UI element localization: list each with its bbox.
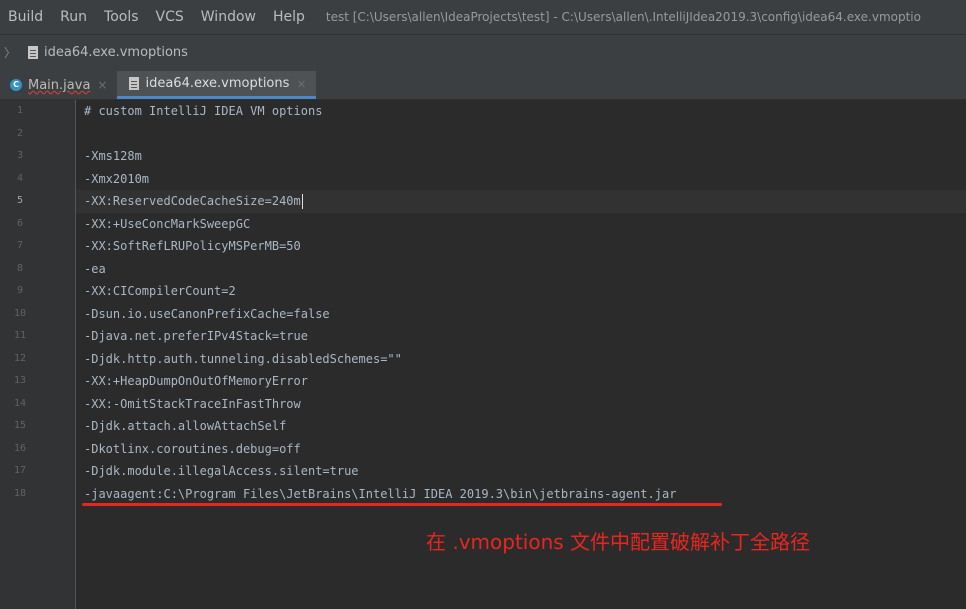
code-line-text: -javaagent:C:\Program Files\JetBrains\In… (84, 486, 677, 501)
line-number: 4 (16, 172, 24, 184)
line-number: 6 (16, 217, 24, 229)
code-line[interactable]: -Xmx2010m (76, 168, 966, 191)
code-line[interactable]: -XX:+UseConcMarkSweepGC (76, 213, 966, 236)
code-line-text: -Xmx2010m (84, 171, 150, 186)
code-line[interactable] (76, 123, 966, 146)
line-number: 3 (16, 150, 24, 161)
tab-main-java[interactable]: C Main.java × (0, 71, 117, 99)
code-line-text: -Djdk.http.auth.tunneling.disabledScheme… (84, 351, 402, 366)
code-line[interactable]: -XX:+HeapDumpOnOutOfMemoryError (76, 370, 966, 393)
line-number: 15 (13, 420, 27, 431)
menu-window[interactable]: Window (201, 9, 256, 25)
line-number: 7 (16, 240, 24, 251)
code-line[interactable]: # custom IntelliJ IDEA VM options (76, 100, 966, 123)
editor-tabs: C Main.java × idea64.exe.vmoptions × (0, 69, 966, 100)
code-line-text: -Xms128m (84, 149, 142, 163)
line-number: 16 (13, 442, 27, 454)
line-number: 9 (16, 285, 24, 296)
breadcrumb-separator-icon: 〉 (4, 45, 17, 60)
code-line[interactable]: -Dkotlinx.coroutines.debug=off (76, 438, 966, 461)
line-number: 1 (16, 105, 24, 116)
line-number: 14 (13, 397, 27, 409)
file-icon (129, 77, 140, 90)
menu-bar: Build Run Tools VCS Window Help test [C:… (0, 0, 966, 34)
line-number: 8 (16, 262, 24, 274)
code-line-text: -Djdk.module.illegalAccess.silent=true (84, 464, 359, 478)
code-line[interactable]: -XX:-OmitStackTraceInFastThrow (76, 393, 966, 416)
tab-label: Main.java (28, 77, 91, 93)
text-caret (301, 194, 303, 209)
code-line-text: -Dkotlinx.coroutines.debug=off (84, 441, 301, 456)
code-line[interactable]: -Xms128m (76, 145, 966, 168)
code-line-text: -XX:+HeapDumpOnOutOfMemoryError (84, 374, 308, 388)
code-line[interactable]: -Djdk.attach.allowAttachSelf (76, 415, 966, 438)
close-icon[interactable]: × (296, 77, 306, 91)
code-line-text: -XX:-OmitStackTraceInFastThrow (84, 396, 301, 411)
line-number: 12 (13, 352, 27, 364)
line-number: 17 (13, 465, 27, 476)
tab-vmoptions[interactable]: idea64.exe.vmoptions × (117, 71, 317, 99)
breadcrumb-file[interactable]: idea64.exe.vmoptions (44, 45, 188, 60)
code-line-text: -XX:SoftRefLRUPolicyMSPerMB=50 (84, 239, 301, 253)
line-number: 2 (16, 127, 24, 139)
code-line-text: -Dsun.io.useCanonPrefixCache=false (84, 306, 330, 321)
menu-tools[interactable]: Tools (104, 9, 139, 25)
line-number-gutter: 1 2 3 4 5 6 7 8 9 10 11 12 13 14 15 16 17 18 (0, 100, 76, 609)
menu-run[interactable]: Run (60, 9, 87, 25)
line-number: 13 (13, 375, 27, 386)
java-class-icon: C (10, 79, 22, 91)
highlight-underline (82, 503, 722, 506)
close-icon[interactable]: × (97, 78, 107, 92)
code-line[interactable]: -javaagent:C:\Program Files\JetBrains\In… (76, 483, 966, 506)
menu-help[interactable]: Help (273, 9, 305, 25)
code-line-text: -ea (84, 261, 106, 276)
line-number: 10 (13, 307, 27, 319)
code-line-text: -XX:+UseConcMarkSweepGC (84, 216, 251, 231)
menu-vcs[interactable]: VCS (156, 9, 184, 25)
code-line-text: # custom IntelliJ IDEA VM options (84, 104, 323, 118)
code-line[interactable]: -ea (76, 258, 966, 281)
code-line[interactable]: -Dsun.io.useCanonPrefixCache=false (76, 303, 966, 326)
file-icon (28, 45, 39, 59)
code-line[interactable]: -XX:ReservedCodeCacheSize=240m (76, 190, 966, 213)
breadcrumb: 〉 idea64.exe.vmoptions (0, 34, 966, 69)
code-line[interactable]: -Djdk.module.illegalAccess.silent=true (76, 460, 966, 483)
line-number: 11 (13, 330, 27, 341)
code-line-text: -Djava.net.preferIPv4Stack=true (84, 329, 308, 343)
menu-build[interactable]: Build (8, 9, 43, 25)
tab-label: idea64.exe.vmoptions (145, 76, 290, 91)
code-line[interactable]: -Djdk.http.auth.tunneling.disabledScheme… (76, 348, 966, 371)
line-number: 5 (16, 195, 24, 206)
code-line-text: -Djdk.attach.allowAttachSelf (84, 419, 287, 433)
line-number: 18 (13, 487, 27, 499)
code-line-text: -XX:CICompilerCount=2 (84, 284, 236, 298)
window-title: test [C:\Users\allen\IdeaProjects\test] … (325, 10, 921, 24)
code-line[interactable]: -XX:CICompilerCount=2 (76, 280, 966, 303)
code-line[interactable]: -Djava.net.preferIPv4Stack=true (76, 325, 966, 348)
code-line-text: -XX:ReservedCodeCacheSize=240m (84, 194, 303, 209)
code-line[interactable]: -XX:SoftRefLRUPolicyMSPerMB=50 (76, 235, 966, 258)
annotation-text: 在 .vmoptions 文件中配置破解补丁全路径 (426, 530, 811, 554)
